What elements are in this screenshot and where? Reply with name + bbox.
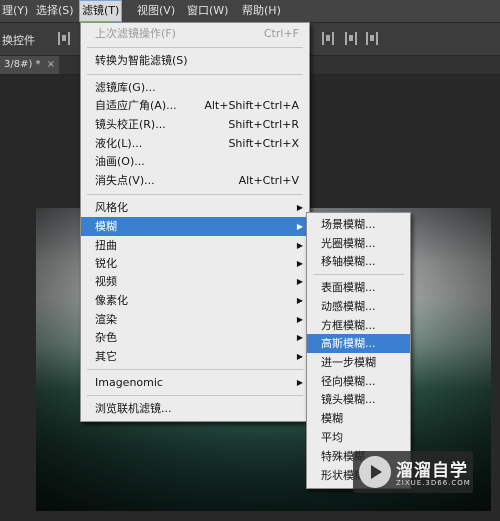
- menu-item-oil-paint[interactable]: 油画(O)...: [81, 152, 309, 171]
- align-icon[interactable]: [58, 32, 70, 45]
- document-tab-label: 3/8#) *: [4, 59, 41, 70]
- menu-item-last-filter[interactable]: 上次滤镜操作(F) Ctrl+F: [81, 24, 309, 43]
- close-icon[interactable]: ×: [47, 59, 55, 70]
- menu-item-stylize[interactable]: 风格化 ▶: [81, 198, 309, 217]
- menu-item-blur[interactable]: 模糊 ▶: [81, 217, 309, 236]
- menu-divider: [87, 74, 303, 75]
- submenu-item-iris-blur[interactable]: 光圈模糊...: [307, 234, 410, 253]
- menu-bar: 理(Y) 选择(S) 滤镜(T) 视图(V) 窗口(W) 帮助(H): [0, 0, 500, 23]
- menu-item-sharpen[interactable]: 锐化 ▶: [81, 254, 309, 273]
- submenu-item-blur[interactable]: 模糊: [307, 409, 410, 428]
- submenu-item-blur-more[interactable]: 进一步模糊: [307, 353, 410, 372]
- menu-item-noise[interactable]: 杂色 ▶: [81, 328, 309, 347]
- menu-item-vanishing-point[interactable]: 消失点(V)... Alt+Ctrl+V: [81, 171, 309, 190]
- distribute-icon[interactable]: [345, 32, 357, 45]
- menu-item-imagenomic[interactable]: Imagenomic ▶: [81, 373, 309, 392]
- submenu-arrow-icon: ▶: [296, 352, 303, 361]
- submenu-arrow-icon: ▶: [296, 259, 303, 268]
- submenu-item-lens-blur[interactable]: 镜头模糊...: [307, 390, 410, 409]
- submenu-arrow-icon: ▶: [296, 277, 303, 286]
- document-tab[interactable]: 3/8#) * ×: [0, 56, 59, 74]
- menu-item-liquify[interactable]: 液化(L)... Shift+Ctrl+X: [81, 134, 309, 153]
- menu-item-distort[interactable]: 扭曲 ▶: [81, 236, 309, 255]
- submenu-item-radial-blur[interactable]: 径向模糊...: [307, 372, 410, 391]
- submenu-arrow-icon: ▶: [296, 241, 303, 250]
- distribute-icon[interactable]: [366, 32, 378, 45]
- transform-controls-label[interactable]: 换控件: [2, 32, 35, 48]
- menu-divider: [313, 274, 404, 275]
- menu-item-other[interactable]: 其它 ▶: [81, 347, 309, 366]
- menu-item-render[interactable]: 渲染 ▶: [81, 310, 309, 329]
- watermark-url: ZIXUE.3D66.COM: [396, 479, 471, 487]
- submenu-item-tilt-shift[interactable]: 移轴模糊...: [307, 252, 410, 271]
- submenu-arrow-icon: ▶: [296, 378, 303, 387]
- submenu-arrow-icon: ▶: [296, 222, 303, 231]
- play-logo-icon: [359, 456, 391, 488]
- menu-item-adaptive-wide-angle[interactable]: 自适应广角(A)... Alt+Shift+Ctrl+A: [81, 96, 309, 115]
- distribute-icon[interactable]: [322, 32, 334, 45]
- menu-item-convert-smart-filter[interactable]: 转换为智能滤镜(S): [81, 51, 309, 70]
- menu-divider: [87, 369, 303, 370]
- menu-edit[interactable]: 理(Y): [0, 0, 30, 22]
- menu-select[interactable]: 选择(S): [34, 0, 76, 22]
- menu-item-video[interactable]: 视频 ▶: [81, 272, 309, 291]
- submenu-arrow-icon: ▶: [296, 333, 303, 342]
- submenu-item-motion-blur[interactable]: 动感模糊...: [307, 297, 410, 316]
- menu-divider: [87, 395, 303, 396]
- submenu-arrow-icon: ▶: [296, 315, 303, 324]
- menu-help[interactable]: 帮助(H): [240, 0, 283, 22]
- menu-item-pixelate[interactable]: 像素化 ▶: [81, 291, 309, 310]
- menu-divider: [87, 194, 303, 195]
- submenu-item-surface-blur[interactable]: 表面模糊...: [307, 278, 410, 297]
- submenu-item-average[interactable]: 平均: [307, 428, 410, 447]
- menu-view[interactable]: 视图(V): [135, 0, 177, 22]
- menu-divider: [87, 47, 303, 48]
- submenu-item-field-blur[interactable]: 场景模糊...: [307, 215, 410, 234]
- menu-item-filter-gallery[interactable]: 滤镜库(G)...: [81, 78, 309, 97]
- submenu-arrow-icon: ▶: [296, 203, 303, 212]
- filter-menu: 上次滤镜操作(F) Ctrl+F 转换为智能滤镜(S) 滤镜库(G)... 自适…: [80, 22, 310, 422]
- submenu-item-box-blur[interactable]: 方框模糊...: [307, 316, 410, 335]
- submenu-item-gaussian-blur[interactable]: 高斯模糊...: [307, 334, 410, 353]
- blur-submenu: 场景模糊... 光圈模糊... 移轴模糊... 表面模糊... 动感模糊... …: [306, 212, 411, 489]
- submenu-arrow-icon: ▶: [296, 296, 303, 305]
- menu-window[interactable]: 窗口(W): [185, 0, 230, 22]
- watermark: 溜溜自学 ZIXUE.3D66.COM: [353, 451, 473, 493]
- menu-filter[interactable]: 滤镜(T): [79, 0, 123, 22]
- menu-item-lens-correction[interactable]: 镜头校正(R)... Shift+Ctrl+R: [81, 115, 309, 134]
- menu-item-browse-online-filters[interactable]: 浏览联机滤镜...: [81, 399, 309, 418]
- watermark-title: 溜溜自学: [396, 461, 468, 481]
